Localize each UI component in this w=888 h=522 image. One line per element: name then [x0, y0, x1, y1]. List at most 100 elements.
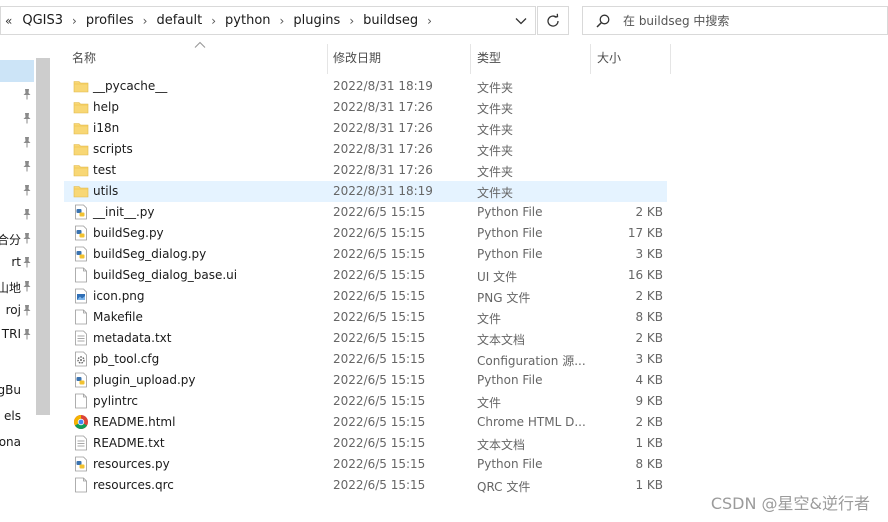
breadcrumb-separator[interactable]: › [280, 14, 285, 28]
nav-item[interactable] [0, 156, 34, 178]
file-type: 文件夹 [477, 144, 514, 158]
refresh-icon [547, 13, 559, 27]
nav-item[interactable]: tingBu [0, 380, 34, 402]
file-date: 2022/6/5 15:15 [333, 457, 426, 471]
file-row[interactable]: Makefile 2022/6/5 15:15 文件 8 KB [64, 307, 667, 328]
nav-item[interactable] [0, 204, 34, 226]
breadcrumb-profiles[interactable]: profiles [86, 13, 134, 28]
column-header-date[interactable]: 修改日期 [333, 46, 469, 68]
column-header-type[interactable]: 类型 [477, 46, 587, 68]
file-type: 文件夹 [477, 165, 514, 179]
file-row[interactable]: buildSeg_dialog_base.ui 2022/6/5 15:15 UI … [64, 265, 667, 286]
python-file-icon [75, 372, 87, 388]
pin-icon [23, 329, 31, 340]
file-row[interactable]: __init__.py 2022/6/5 15:15 Python File 2 KB [64, 202, 667, 223]
file-row[interactable]: utils 2022/8/31 18:19 文件夹 [64, 181, 667, 202]
file-row[interactable]: pb_tool.cfg 2022/6/5 15:15 Configuration 源… [64, 349, 667, 370]
file-name: resources.py [93, 457, 170, 471]
breadcrumb-separator[interactable]: › [72, 14, 77, 28]
file-row[interactable]: buildSeg.py 2022/6/5 15:15 Python File 17 K… [64, 223, 667, 244]
nav-item[interactable]: els [0, 406, 34, 428]
breadcrumb-python[interactable]: python [225, 13, 270, 28]
column-header-name[interactable]: 名称 [72, 46, 328, 68]
file-date: 2022/8/31 18:19 [333, 79, 433, 93]
file-name: pb_tool.cfg [93, 352, 160, 366]
chrome-html-icon [74, 415, 88, 429]
nav-item[interactable]: TRI [0, 324, 34, 346]
file-row[interactable]: resources.qrc 2022/6/5 15:15 QRC 文件 1 KB [64, 475, 667, 496]
file-type: Python File [477, 205, 543, 219]
column-divider[interactable] [470, 44, 471, 74]
address-bar[interactable]: « QGIS3 › profiles › default › python › … [0, 6, 536, 35]
breadcrumb-separator[interactable]: › [143, 14, 148, 28]
file-name: i18n [93, 121, 120, 135]
file-row[interactable]: buildSeg_dialog.py 2022/6/5 15:15 Python F… [64, 244, 667, 265]
file-name: pylintrc [93, 394, 138, 408]
nav-item[interactable] [0, 84, 34, 106]
nav-item-label: 合分 [0, 233, 21, 247]
image-file-icon [75, 288, 87, 304]
file-size: 1 KB [635, 436, 663, 450]
file-row[interactable]: resources.py 2022/6/5 15:15 Python File 8 K… [64, 454, 667, 475]
breadcrumb-plugins[interactable]: plugins [293, 13, 340, 28]
file-type: Python File [477, 373, 543, 387]
file-row[interactable]: README.txt 2022/6/5 15:15 文本文档 1 KB [64, 433, 667, 454]
file-date: 2022/6/5 15:15 [333, 247, 426, 261]
file-row[interactable]: plugin_upload.py 2022/6/5 15:15 Python Fil… [64, 370, 667, 391]
nav-item[interactable] [0, 180, 34, 202]
file-date: 2022/6/5 15:15 [333, 373, 426, 387]
nav-item[interactable] [0, 60, 34, 82]
column-header-size[interactable]: 大小 [597, 46, 667, 68]
nav-item[interactable] [0, 108, 34, 130]
file-row[interactable]: __pycache__ 2022/8/31 18:19 文件夹 [64, 76, 667, 97]
file-row[interactable]: pylintrc 2022/6/5 15:15 文件 9 KB [64, 391, 667, 412]
nav-item[interactable] [0, 348, 34, 370]
file-row[interactable]: metadata.txt 2022/6/5 15:15 文本文档 2 KB [64, 328, 667, 349]
file-row[interactable]: scripts 2022/8/31 17:26 文件夹 [64, 139, 667, 160]
breadcrumb-qgis3[interactable]: QGIS3 [22, 13, 63, 28]
chevron-down-icon [515, 17, 527, 24]
file-name: buildSeg.py [93, 226, 164, 240]
pin-icon [23, 209, 31, 220]
nav-item[interactable]: 合分 [0, 228, 34, 250]
watermark: CSDN @星空&逆行者 [710, 494, 870, 513]
file-size: 9 KB [635, 394, 663, 408]
nav-item[interactable]: _山地 [0, 276, 34, 298]
navigation-pane[interactable]: 合分 rt _山地roj TRI tingBu els ersona [0, 40, 34, 522]
text-file-icon [75, 435, 87, 451]
search-box[interactable] [582, 6, 888, 35]
file-size: 4 KB [635, 373, 663, 387]
pin-icon [23, 305, 31, 316]
nav-scrollbar-thumb[interactable] [36, 58, 50, 415]
breadcrumb-separator[interactable]: › [211, 14, 216, 28]
column-divider[interactable] [670, 44, 671, 74]
breadcrumb-separator[interactable]: › [427, 14, 432, 28]
file-date: 2022/6/5 15:15 [333, 226, 426, 240]
file-size: 8 KB [635, 310, 663, 324]
python-file-icon [75, 456, 87, 472]
file-row[interactable]: i18n 2022/8/31 17:26 文件夹 [64, 118, 667, 139]
address-history-dropdown[interactable] [509, 7, 533, 34]
breadcrumb-overflow-button[interactable]: « [5, 14, 12, 28]
breadcrumb-default[interactable]: default [156, 13, 202, 28]
file-icon [75, 267, 87, 283]
column-divider[interactable] [590, 44, 591, 74]
nav-item[interactable] [0, 132, 34, 154]
file-name: icon.png [93, 289, 145, 303]
nav-item[interactable]: rt [0, 252, 34, 274]
file-name: __init__.py [93, 205, 155, 219]
python-file-icon [75, 246, 87, 262]
nav-item[interactable]: roj [0, 300, 34, 322]
search-input[interactable] [623, 7, 873, 34]
file-row[interactable]: test 2022/8/31 17:26 文件夹 [64, 160, 667, 181]
file-row[interactable]: help 2022/8/31 17:26 文件夹 [64, 97, 667, 118]
file-name: plugin_upload.py [93, 373, 196, 387]
file-row[interactable]: icon.png 2022/6/5 15:15 PNG 文件 2 KB [64, 286, 667, 307]
breadcrumb-separator[interactable]: › [349, 14, 354, 28]
breadcrumb-buildseg[interactable]: buildseg [363, 13, 418, 28]
refresh-button[interactable] [537, 6, 569, 35]
column-divider[interactable] [327, 44, 328, 74]
pin-icon [23, 185, 31, 196]
file-row[interactable]: README.html 2022/6/5 15:15 Chrome HTML D..… [64, 412, 667, 433]
nav-item[interactable]: ersona [0, 432, 34, 454]
